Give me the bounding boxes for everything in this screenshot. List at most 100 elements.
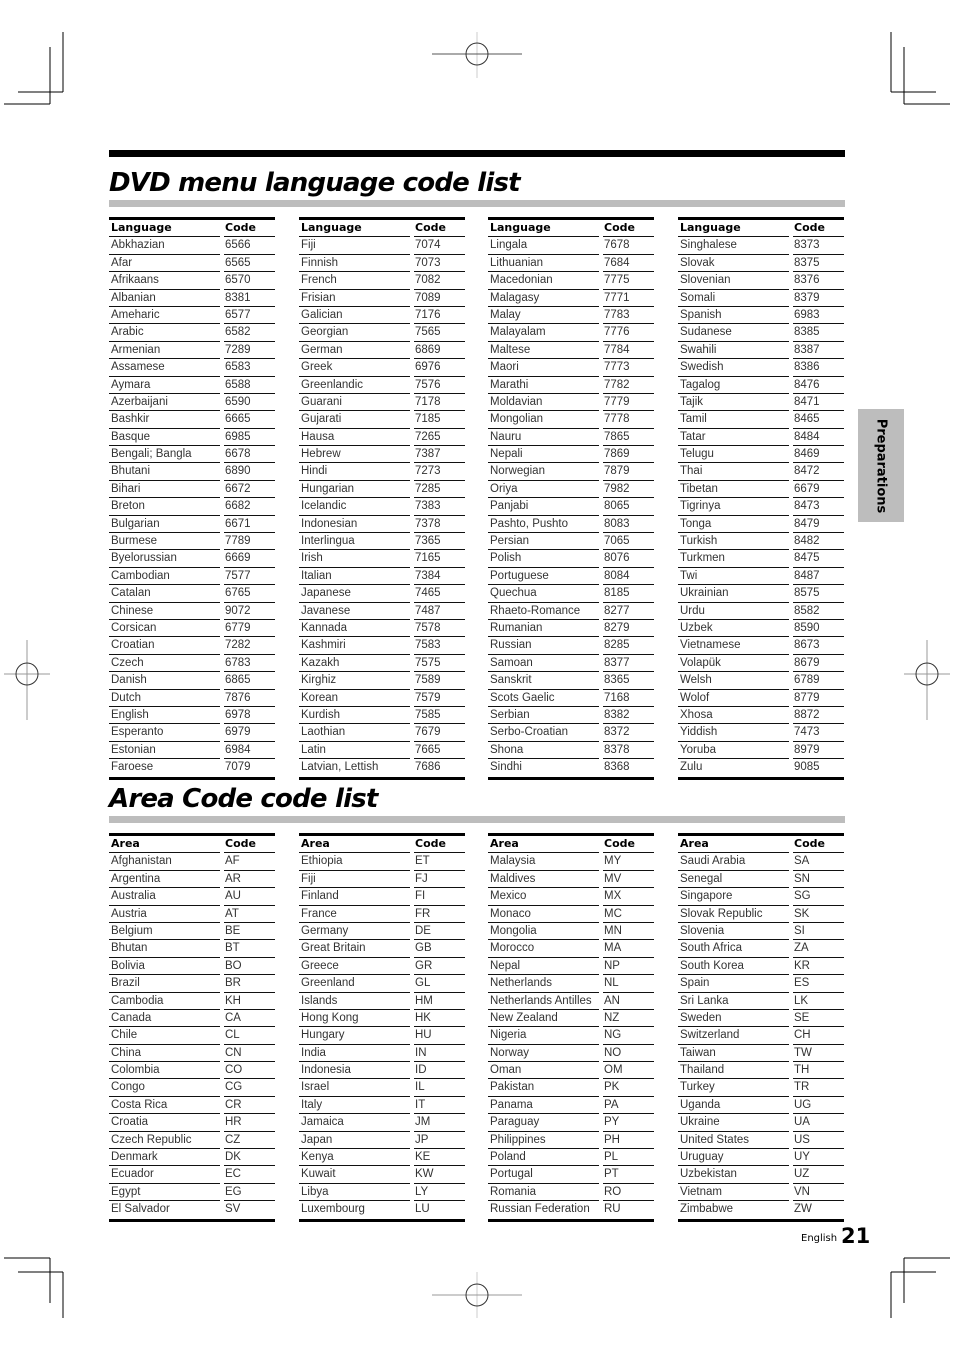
entry-code: BO — [224, 958, 275, 976]
table-row: Argentina AR — [109, 871, 275, 889]
entry-code: TW — [793, 1045, 844, 1063]
entry-code: 7876 — [224, 690, 275, 707]
table-row: Croatia HR — [109, 1114, 275, 1132]
table-row: Indonesian 7378 — [299, 516, 465, 534]
table-row: Belgium BE — [109, 923, 275, 941]
table-row: Bulgarian 6671 — [109, 516, 275, 534]
table-row: Chinese 9072 — [109, 603, 275, 620]
section-tab-label: Preparations — [873, 418, 889, 513]
entry-code: UA — [793, 1114, 844, 1132]
entry-name: Macedonian — [488, 272, 599, 290]
entry-name: Danish — [109, 672, 220, 690]
table-row: Urdu 8582 — [678, 603, 844, 620]
entry-code: 7165 — [414, 550, 465, 568]
entry-code: GL — [414, 975, 465, 993]
entry-name: South Korea — [678, 958, 789, 976]
entry-name: Oman — [488, 1062, 599, 1080]
table-row: Lingala 7678 — [488, 237, 654, 255]
entry-code: KW — [414, 1166, 465, 1184]
table-row: Malaysia MY — [488, 853, 654, 871]
entry-name: Latin — [299, 742, 410, 760]
entry-name: India — [299, 1045, 410, 1063]
entry-name: Ecuador — [109, 1166, 220, 1184]
table-row: Nauru 7865 — [488, 429, 654, 447]
entry-name: Persian — [488, 533, 599, 551]
table-row: Yoruba 8979 — [678, 742, 844, 760]
table-row: Malayalam 7776 — [488, 324, 654, 342]
entry-code: 6590 — [224, 394, 275, 412]
entry-name: Hausa — [299, 429, 410, 447]
column-header-name: Language — [299, 220, 410, 238]
entry-code: 7783 — [603, 307, 654, 325]
table-row: Spain ES — [678, 975, 844, 993]
table-row: Israel IL — [299, 1079, 465, 1097]
table-row: Russian Federation RU — [488, 1201, 654, 1218]
entry-name: Ameharic — [109, 307, 220, 325]
entry-name: Faroese — [111, 761, 154, 774]
table-row: Greenlandic 7576 — [299, 377, 465, 394]
table-row: Guarani 7178 — [299, 394, 465, 412]
registration-mark-right — [904, 640, 950, 720]
entry-name: Russian Federation — [490, 1203, 590, 1216]
entry-name: Bulgarian — [109, 516, 220, 534]
entry-name: Morocco — [488, 940, 599, 958]
entry-name: Czech Republic — [109, 1132, 220, 1150]
entry-name: French — [299, 272, 410, 290]
table-row: Vietnamese 8673 — [678, 637, 844, 655]
entry-name: Twi — [678, 568, 789, 586]
table-row: Greece GR — [299, 958, 465, 976]
table-row: Finland FI — [299, 888, 465, 906]
entry-name: Nepal — [488, 958, 599, 976]
entry-code: PY — [603, 1114, 654, 1132]
entry-name: Tonga — [678, 516, 789, 534]
language-section-title: DVD menu language code list — [109, 168, 521, 198]
table-row: Oriya 7982 — [488, 481, 654, 499]
entry-code: IL — [414, 1079, 465, 1097]
entry-name: Sweden — [678, 1010, 789, 1028]
entry-code: PH — [603, 1132, 654, 1150]
table-row: Morocco MA — [488, 940, 654, 958]
entry-code: 6672 — [224, 481, 275, 499]
entry-name: Dutch — [109, 690, 220, 707]
entry-code: TR — [793, 1079, 844, 1097]
entry-code: 7583 — [414, 637, 465, 655]
table-row: Kurdish 7585 — [299, 707, 465, 725]
column-header-name: Area — [109, 836, 220, 854]
entry-name: Singhalese — [678, 237, 789, 255]
table-row: Thailand TH — [678, 1062, 844, 1080]
entry-name: Colombia — [109, 1062, 220, 1080]
entry-code: 6783 — [224, 655, 275, 673]
entry-name: Galician — [299, 307, 410, 325]
entry-code: 7289 — [224, 342, 275, 360]
table-row: Norwegian 7879 — [488, 463, 654, 481]
entry-code: 8285 — [603, 637, 654, 655]
entry-name: Polish — [488, 550, 599, 568]
entry-code: 7869 — [603, 446, 654, 464]
table-row: Azerbaijani 6590 — [109, 394, 275, 412]
table-row: Icelandic 7383 — [299, 498, 465, 516]
entry-code: 8472 — [793, 463, 844, 481]
entry-code: TH — [793, 1062, 844, 1080]
entry-code: MA — [603, 940, 654, 958]
table-row: Fiji 7074 — [299, 237, 465, 255]
table-row: Nigeria NG — [488, 1027, 654, 1045]
entry-name: Indonesia — [299, 1062, 410, 1080]
table-row: Italy IT — [299, 1097, 465, 1115]
entry-code: HK — [414, 1010, 465, 1028]
entry-name: Tigrinya — [678, 498, 789, 516]
table-row: Czech Republic CZ — [109, 1132, 275, 1150]
entry-code: HU — [414, 1027, 465, 1045]
table-row: Corsican 6779 — [109, 620, 275, 638]
table-row: Hungarian 7285 — [299, 481, 465, 499]
entry-code: 8277 — [603, 603, 654, 620]
table-row: Chile CL — [109, 1027, 275, 1045]
table-row: Canada CA — [109, 1010, 275, 1028]
table-row: Panama PA — [488, 1097, 654, 1115]
entry-code: 7073 — [414, 255, 465, 273]
entry-code: 8387 — [793, 342, 844, 360]
entry-code: AR — [224, 871, 275, 889]
entry-name: Senegal — [678, 871, 789, 889]
entry-code: 8469 — [793, 446, 844, 464]
section-tab: Preparations — [858, 409, 904, 522]
table-row: New Zealand NZ — [488, 1010, 654, 1028]
